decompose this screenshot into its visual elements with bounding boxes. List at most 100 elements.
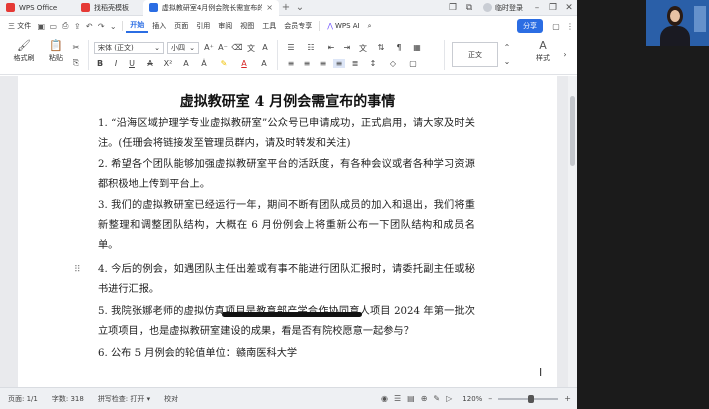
scrollbar-thumb[interactable]	[570, 96, 575, 166]
page-view-icon[interactable]: ▤	[407, 394, 415, 403]
read-mode-icon[interactable]: ▷	[446, 394, 452, 403]
cut-icon[interactable]: ✂	[70, 43, 82, 52]
word-count[interactable]: 字数: 318	[52, 394, 84, 404]
format-painter-button[interactable]: 🖌 格式刷	[12, 39, 36, 63]
chinese-layout-icon[interactable]: 文	[357, 43, 369, 54]
show-marks-icon[interactable]: ¶	[393, 43, 405, 52]
clone-window-icon[interactable]: ⧉	[461, 3, 477, 13]
proofread-button[interactable]: 校对	[164, 394, 178, 404]
border-icon[interactable]: ▢	[407, 59, 419, 68]
char-border-icon[interactable]: A	[259, 43, 271, 52]
paragraph-4[interactable]: 4. 今后的例会，如遇团队主任出差或有事不能进行团队汇报时，请委托副主任或秘书进…	[98, 260, 475, 300]
document-page[interactable]: 虚拟教研室 4 月例会需宣布的事情 1. “沿海区域护理学专业虚拟教研室”公众号…	[18, 76, 557, 387]
outline-view-icon[interactable]: ☰	[394, 394, 401, 403]
drag-handle-icon[interactable]: ⠿	[74, 265, 81, 275]
menu-review[interactable]: 审阅	[214, 21, 236, 31]
zoom-out-icon[interactable]: –	[488, 394, 492, 403]
highlight-icon[interactable]: ✎	[218, 59, 230, 68]
new-tab-button[interactable]: +	[279, 2, 293, 13]
table-icon[interactable]: ▦	[411, 43, 423, 52]
web-view-icon[interactable]: ⊕	[421, 394, 428, 403]
bold-icon[interactable]: B	[94, 59, 106, 68]
save-icon[interactable]: ▣	[35, 22, 47, 31]
write-mode-icon[interactable]: ✎	[433, 394, 440, 403]
open-folder-icon[interactable]: ▭	[47, 22, 59, 31]
bullet-list-icon[interactable]: ☰	[285, 43, 297, 52]
spell-check-toggle[interactable]: 拼写检查: 打开 ▾	[98, 394, 150, 404]
distributed-icon[interactable]: ≣	[349, 59, 361, 68]
menu-insert[interactable]: 插入	[148, 21, 170, 31]
style-normal-card[interactable]: 正文	[452, 42, 498, 67]
restore-icon[interactable]: ❐	[445, 3, 461, 13]
style-set-button[interactable]: A 样式	[529, 39, 557, 63]
phonetic-icon[interactable]: 文	[245, 43, 257, 54]
login-button[interactable]: 临时登录	[483, 3, 523, 13]
search-icon[interactable]: ⌕	[364, 22, 376, 31]
menu-tools[interactable]: 工具	[258, 21, 280, 31]
paste-button[interactable]: 📋 粘贴	[44, 39, 68, 63]
paragraph-5[interactable]: 5. 我院张娜老师的虚拟仿真项目是教育部产学合作协同育人项目 2024 年第一批…	[98, 302, 475, 342]
superscript-icon[interactable]: X²	[162, 59, 174, 68]
page-count[interactable]: 页面: 1/1	[8, 394, 38, 404]
chevron-right-icon[interactable]: ›	[559, 50, 571, 59]
video-thumbnail[interactable]	[646, 0, 709, 46]
text-effect-icon[interactable]: A	[180, 59, 192, 68]
shading-icon[interactable]: ◇	[387, 59, 399, 68]
font-color-icon[interactable]: A	[238, 59, 250, 68]
tab-list-chevron-icon[interactable]: ⌄	[293, 2, 307, 13]
char-shading-icon[interactable]: A	[258, 59, 270, 68]
undo-icon[interactable]: ↶	[83, 22, 95, 31]
minimize-icon[interactable]: –	[529, 3, 545, 13]
chevron-up-icon[interactable]: ⌃	[501, 43, 513, 52]
zoom-slider[interactable]	[498, 394, 559, 403]
decrease-indent-icon[interactable]: ⇤	[325, 43, 337, 52]
sort-icon[interactable]: ⇅	[375, 43, 387, 52]
file-menu[interactable]: 三 文件	[4, 21, 35, 31]
italic-icon[interactable]: I	[110, 59, 122, 68]
tab-wps-office[interactable]: WPS Office	[0, 0, 75, 16]
clear-format-icon[interactable]: ⌫	[231, 43, 243, 52]
vertical-scrollbar[interactable]	[568, 76, 577, 387]
close-tab-icon[interactable]: ×	[266, 3, 273, 12]
menu-page[interactable]: 页面	[170, 21, 192, 31]
tab-template[interactable]: 找稻壳模板	[75, 0, 143, 16]
font-size-select[interactable]: 小四 ⌄	[167, 42, 199, 54]
redo-icon[interactable]: ↷	[95, 22, 107, 31]
align-left-icon[interactable]: ≡	[285, 59, 297, 68]
horizontal-scrollbar[interactable]	[222, 312, 362, 317]
paragraph-1[interactable]: 1. “沿海区域护理学专业虚拟教研室”公众号已申请成功，正式启用，请大家及时关注…	[98, 114, 475, 154]
maximize-icon[interactable]: ❐	[545, 3, 561, 13]
menu-view[interactable]: 视图	[236, 21, 258, 31]
align-center-icon[interactable]: ≡	[301, 59, 313, 68]
underline-icon[interactable]: U	[126, 59, 138, 68]
strikethrough-icon[interactable]: A	[144, 59, 156, 68]
numbered-list-icon[interactable]: ☷	[305, 43, 317, 52]
menu-member[interactable]: 会员专享	[280, 21, 316, 31]
chevron-down-icon[interactable]: ⌄	[501, 57, 513, 66]
zoom-in-icon[interactable]: +	[564, 394, 571, 403]
justify-icon[interactable]: ≡	[333, 59, 345, 68]
font-name-select[interactable]: 宋体 (正文) ⌄	[94, 42, 164, 54]
increase-indent-icon[interactable]: ⇥	[341, 43, 353, 52]
copy-icon[interactable]: ⎘	[70, 58, 82, 68]
zoom-slider-knob[interactable]	[528, 394, 535, 403]
paragraph-3[interactable]: 3. 我们的虚拟教研室已经运行一年，期间不断有团队成员的加入和退出，我们将重新整…	[98, 196, 475, 256]
wps-ai-button[interactable]: ⋀ WPS AI	[323, 22, 363, 30]
line-spacing-icon[interactable]: ↕	[367, 59, 379, 68]
paragraph-6[interactable]: 6. 公布 5 月例会的轮值单位：赣南医科大学	[98, 344, 475, 364]
paragraph-2[interactable]: 2. 希望各个团队能够加强虚拟教研室平台的活跃度，有各种会议或者各种学习资源都积…	[98, 155, 475, 195]
print-icon[interactable]: ⎙	[59, 21, 71, 31]
share-button[interactable]: 分享	[517, 19, 543, 33]
more-chevron-icon[interactable]: ⌄	[107, 22, 119, 31]
zoom-level[interactable]: 120%	[462, 395, 482, 403]
comment-icon[interactable]: ▢	[549, 22, 563, 31]
font-shrink-icon[interactable]: A⁻	[217, 43, 229, 52]
menu-home[interactable]: 开始	[126, 20, 149, 33]
font-grow-icon[interactable]: A⁺	[203, 43, 215, 52]
close-window-icon[interactable]: ✕	[561, 3, 577, 13]
align-right-icon[interactable]: ≡	[317, 59, 329, 68]
emphasis-icon[interactable]: Ȧ	[198, 59, 210, 68]
menu-reference[interactable]: 引用	[192, 21, 214, 31]
eye-protect-icon[interactable]: ◉	[381, 394, 388, 403]
more-options-icon[interactable]: ⋮	[563, 22, 577, 31]
